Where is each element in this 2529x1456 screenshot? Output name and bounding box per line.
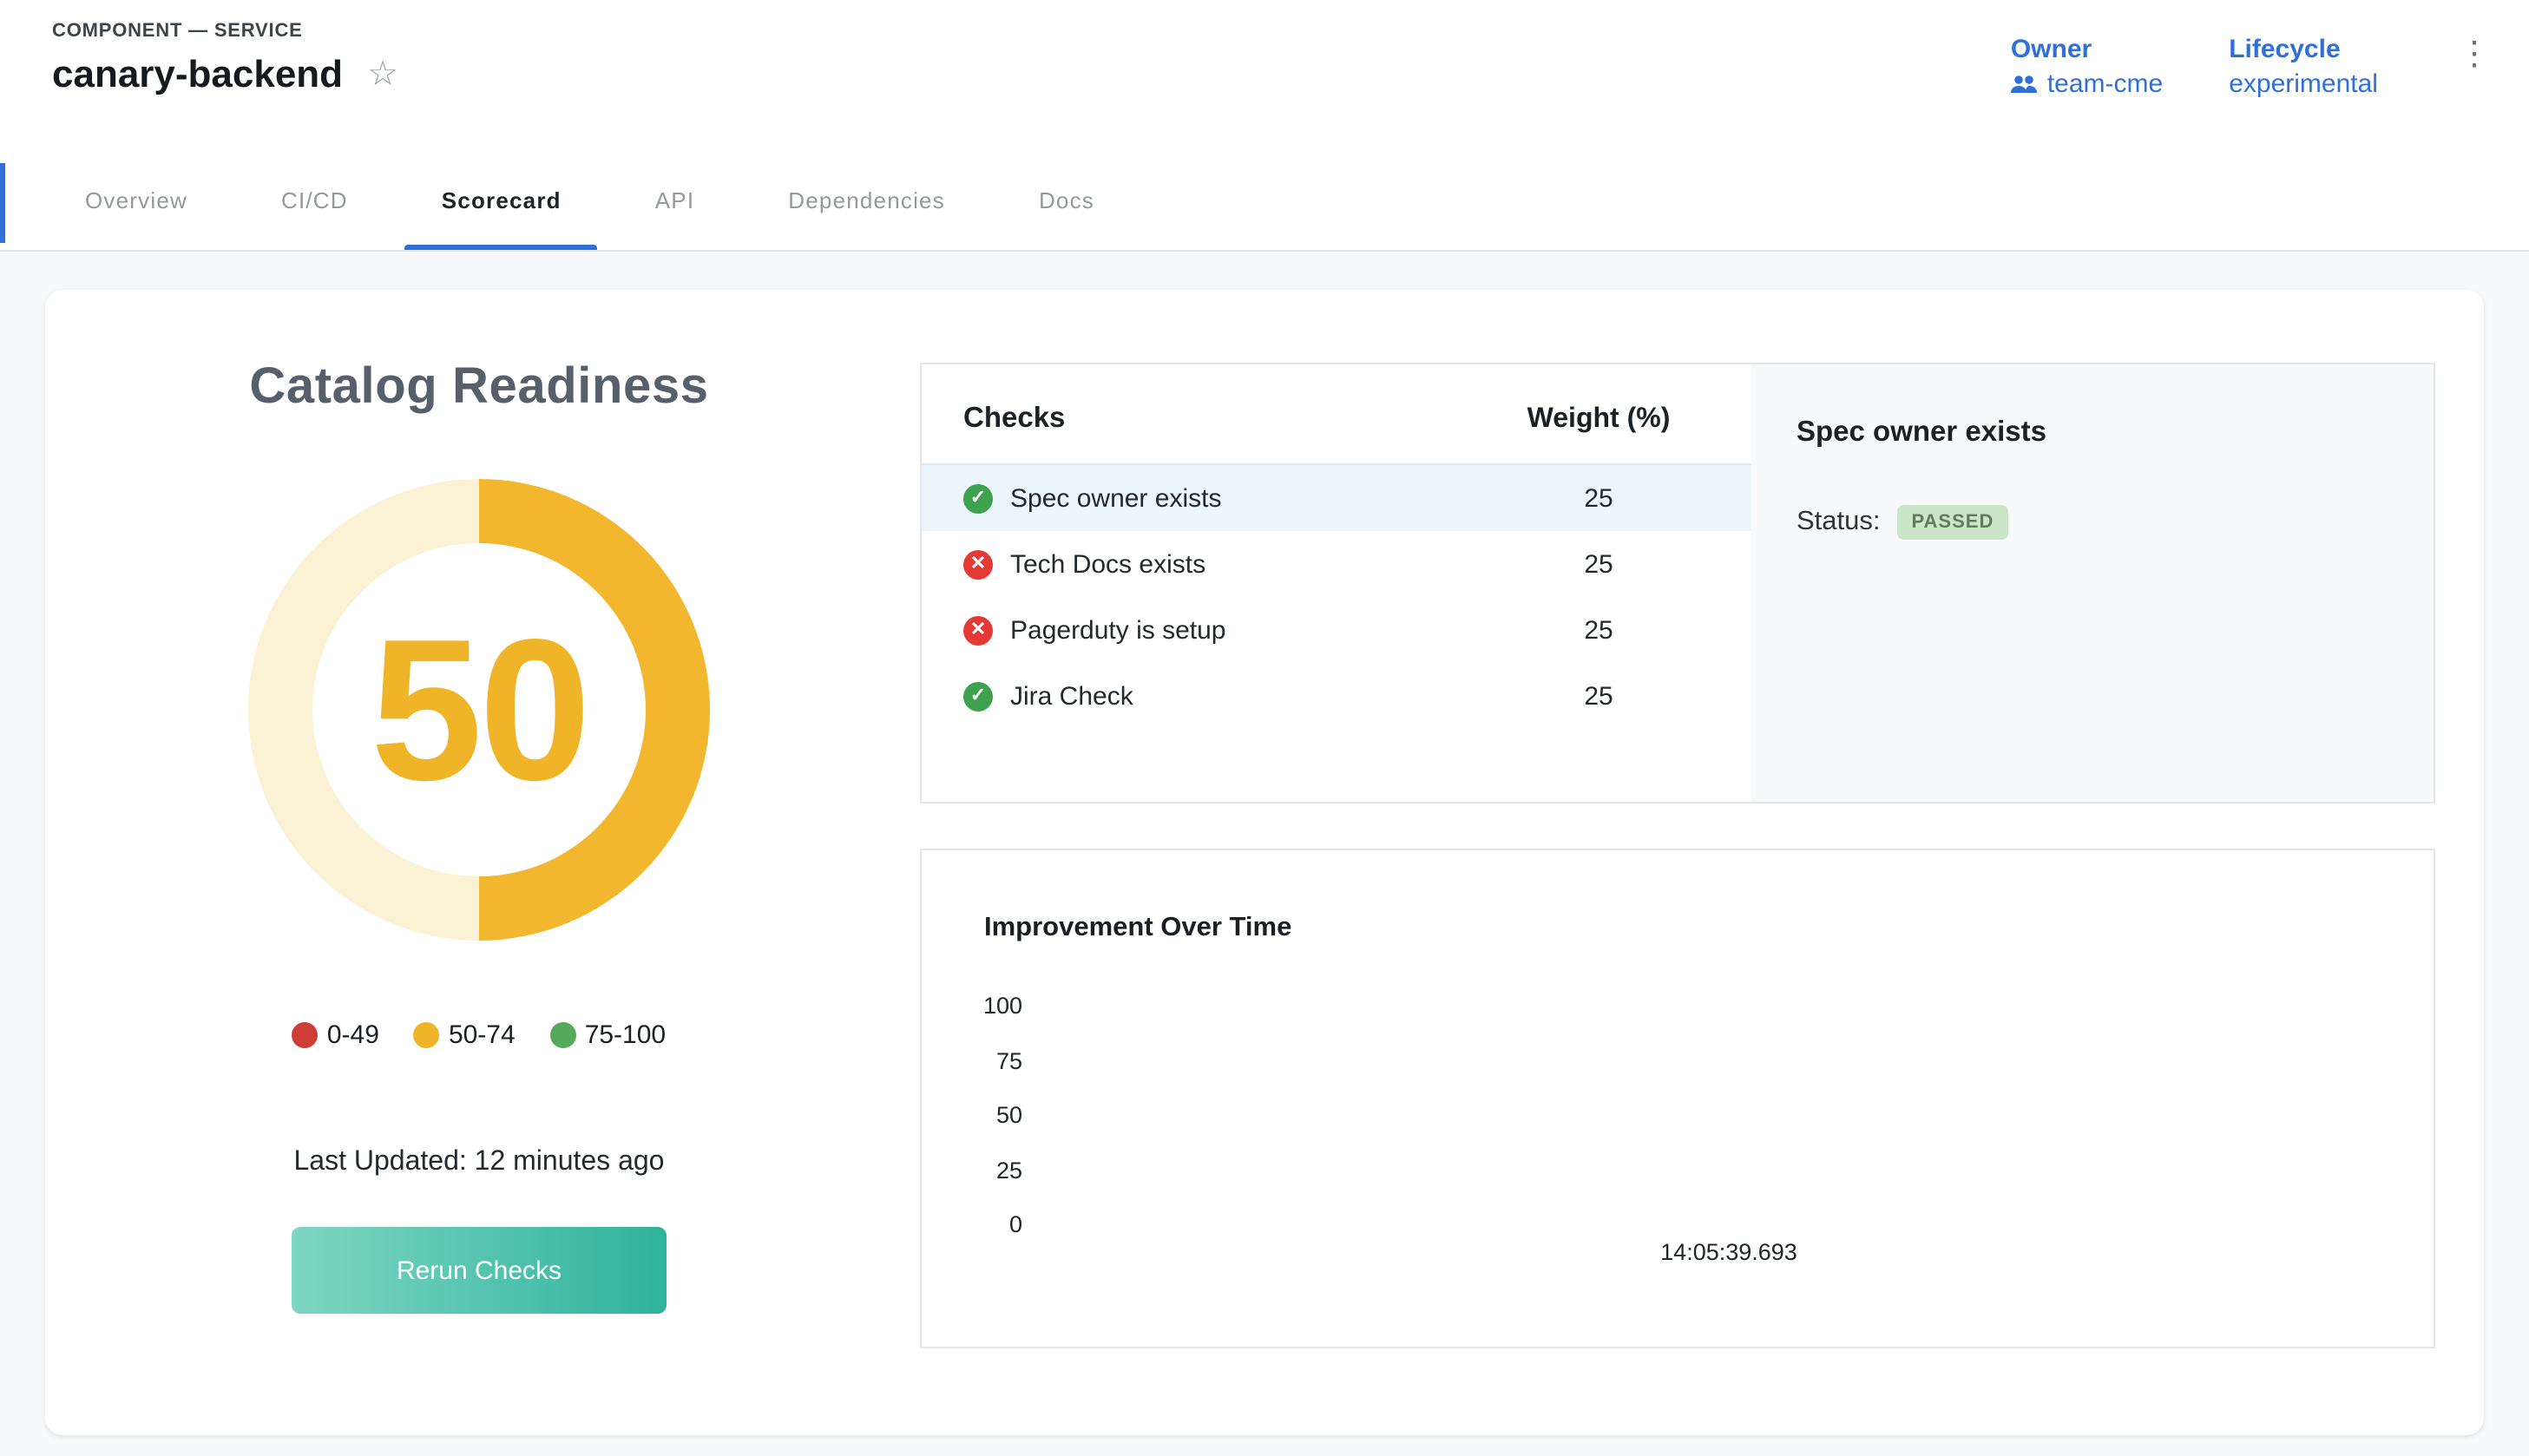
y-tick: 0 [943,1197,1022,1252]
chart-y-axis: 100 75 50 25 0 [943,979,1022,1252]
entity-page: COMPONENT — SERVICE canary-backend ☆ Own… [0,0,2529,1456]
owner-link[interactable]: team-cme [2011,69,2163,99]
scorecard-content: Catalog Readiness 50 0-49 50-74 [0,252,2529,1456]
score-value: 50 [371,609,588,810]
checks-section: Checks Weight (%) ✓ Spec owner exists 25… [913,290,2484,1435]
y-tick: 100 [943,979,1022,1033]
y-tick: 50 [943,1088,1022,1143]
owner-value: team-cme [2047,69,2163,99]
yellow-dot-icon [414,1022,440,1048]
entity-kind-breadcrumb: COMPONENT — SERVICE [52,21,398,42]
improvement-chart-panel: Improvement Over Time 100 75 50 25 0 14:… [920,849,2435,1348]
weight-value: 25 [1494,483,1703,513]
tab-docs[interactable]: Docs [992,153,1141,250]
check-circle-icon: ✓ [963,483,993,513]
lifecycle-label: Lifecycle [2229,35,2378,64]
weight-value: 25 [1494,615,1703,645]
check-row[interactable]: ✕ Tech Docs exists 25 [922,531,1751,597]
chart-title: Improvement Over Time [922,850,2434,944]
tab-api[interactable]: API [608,153,742,250]
tab-scorecard[interactable]: Scorecard [395,153,608,250]
checks-panel: Checks Weight (%) ✓ Spec owner exists 25… [920,363,2435,803]
check-detail-panel: Spec owner exists Status: PASSED [1751,364,2434,802]
tab-dependencies[interactable]: Dependencies [741,153,992,250]
star-icon[interactable]: ☆ [367,57,398,92]
entity-tabs: Overview CI/CD Scorecard API Dependencie… [0,153,2529,252]
weight-column-header: Weight (%) [1494,403,1703,435]
red-dot-icon [292,1022,319,1048]
score-gauge: 50 [248,479,710,941]
status-badge: PASSED [1898,505,2008,540]
rerun-checks-button[interactable]: Rerun Checks [292,1227,667,1314]
weight-value: 25 [1494,681,1703,711]
weight-value: 25 [1494,549,1703,579]
left-accent-bar [0,163,5,243]
tab-overview[interactable]: Overview [38,153,234,250]
check-circle-icon: ✓ [963,681,993,711]
score-legend: 0-49 50-74 75-100 [292,1020,666,1050]
legend-item-low: 0-49 [292,1020,379,1050]
lifecycle-value: experimental [2229,69,2378,99]
green-dot-icon [550,1022,576,1048]
entity-heading: COMPONENT — SERVICE canary-backend ☆ [52,21,398,97]
y-tick: 75 [943,1033,1022,1088]
last-updated-text: Last Updated: 12 minutes ago [294,1147,665,1178]
check-row[interactable]: ✓ Spec owner exists 25 [922,465,1751,531]
entity-meta: Owner team-cme Lifecycle experimental ⋮ [2011,21,2505,99]
entity-header: COMPONENT — SERVICE canary-backend ☆ Own… [0,0,2529,252]
legend-item-high: 75-100 [550,1020,666,1050]
tab-cicd[interactable]: CI/CD [234,153,395,250]
scorecard-title: Catalog Readiness [249,359,708,416]
lifecycle-block: Lifecycle experimental [2229,35,2378,99]
owner-block: Owner team-cme [2011,35,2163,99]
check-detail-title: Spec owner exists [1797,416,2392,449]
x-circle-icon: ✕ [963,549,993,579]
chart-x-tick: 14:05:39.693 [1616,1239,1842,1265]
kebab-menu-icon[interactable]: ⋮ [2444,35,2505,75]
check-row[interactable]: ✓ Jira Check 25 [922,663,1751,729]
page-title: canary-backend [52,52,343,97]
check-row[interactable]: ✕ Pagerduty is setup 25 [922,597,1751,663]
scorecard-card: Catalog Readiness 50 0-49 50-74 [45,290,2484,1435]
checks-column-header: Checks [963,403,1065,436]
owner-label: Owner [2011,35,2163,64]
checks-table-header: Checks Weight (%) [922,364,1751,465]
y-tick: 25 [943,1143,1022,1197]
gauge-section: Catalog Readiness 50 0-49 50-74 [45,290,913,1435]
checks-table: Checks Weight (%) ✓ Spec owner exists 25… [922,364,1751,802]
x-circle-icon: ✕ [963,615,993,645]
legend-item-mid: 50-74 [414,1020,516,1050]
status-label: Status: [1797,507,1881,538]
people-icon [2011,75,2039,94]
